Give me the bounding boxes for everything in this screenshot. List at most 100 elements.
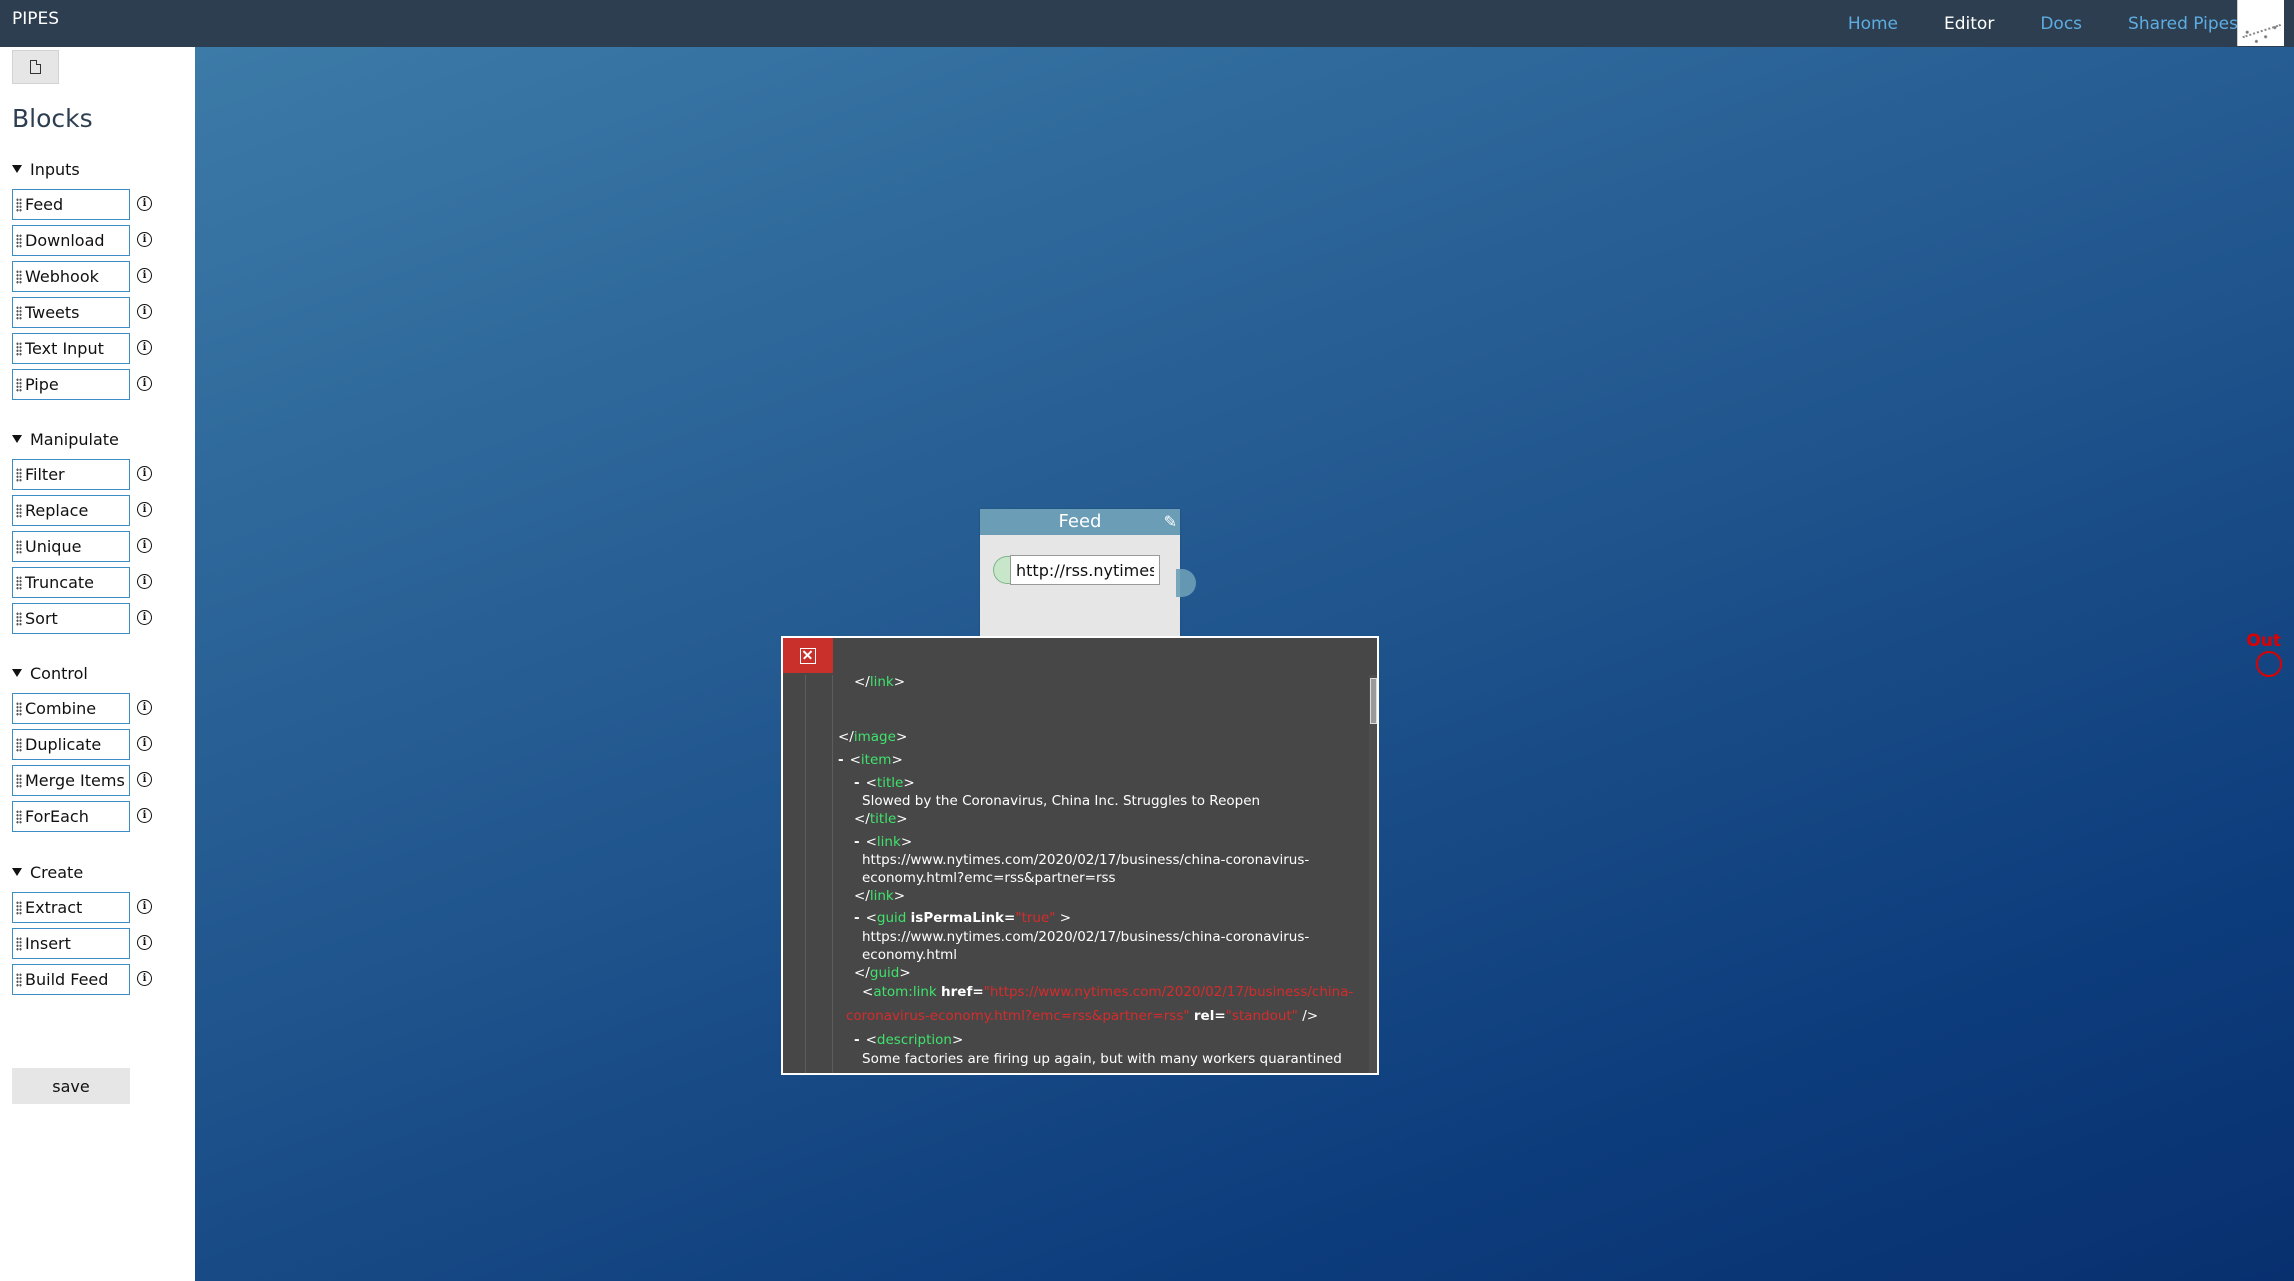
- block-webhook[interactable]: Webhook: [12, 261, 130, 292]
- drag-grip-icon: [16, 936, 22, 951]
- new-pipe-button[interactable]: [12, 50, 59, 84]
- group-inputs: Inputs Feed i Download i Webhook i Tweets i …: [12, 157, 152, 405]
- info-icon[interactable]: i: [137, 304, 152, 319]
- pencil-icon[interactable]: ✎: [1164, 509, 1177, 535]
- feed-output-port[interactable]: [1176, 569, 1196, 597]
- block-filter[interactable]: Filter: [12, 459, 130, 490]
- xml-line: </image>: [838, 729, 908, 745]
- nav-docs[interactable]: Docs: [2040, 14, 2082, 34]
- info-icon[interactable]: i: [137, 538, 152, 553]
- drag-grip-icon: [16, 269, 22, 284]
- info-icon[interactable]: i: [137, 574, 152, 589]
- info-icon[interactable]: i: [137, 772, 152, 787]
- info-icon[interactable]: i: [137, 196, 152, 211]
- xml-preview-panel: </link> </image> - <item> - <title> Slowed…: [781, 636, 1379, 1075]
- block-duplicate[interactable]: Duplicate: [12, 729, 130, 760]
- drag-grip-icon: [16, 539, 22, 554]
- pipe-output-port[interactable]: [2256, 651, 2282, 677]
- group-header-control[interactable]: Control: [12, 661, 88, 685]
- info-icon[interactable]: i: [137, 340, 152, 355]
- block-label: Truncate: [25, 573, 94, 592]
- document-icon: [30, 60, 41, 74]
- block-label: Extract: [25, 898, 83, 917]
- block-label: Tweets: [25, 303, 80, 322]
- feed-url-input[interactable]: [1010, 555, 1160, 585]
- app-brand[interactable]: PIPES: [12, 9, 59, 29]
- drag-grip-icon: [16, 900, 22, 915]
- caret-down-icon: [12, 868, 22, 876]
- collapse-toggle[interactable]: -: [854, 910, 860, 926]
- block-foreach[interactable]: ForEach: [12, 801, 130, 832]
- drag-grip-icon: [16, 701, 22, 716]
- collapse-toggle[interactable]: -: [854, 775, 860, 791]
- group-label: Create: [30, 862, 84, 882]
- group-label: Manipulate: [30, 429, 119, 449]
- preview-scrollbar-thumb[interactable]: [1370, 678, 1377, 724]
- pipe-canvas[interactable]: Feed ✎ Out </link> </image> -<item>: [195, 47, 2294, 1281]
- top-navbar: PIPES Home Editor Docs Shared Pipes: [0, 0, 2294, 47]
- feed-node[interactable]: Feed ✎: [980, 509, 1196, 637]
- xml-text: economy.html?emc=rss&partner=rss: [862, 870, 1116, 886]
- group-manipulate: Manipulate Filter i Replace i Unique i Trun…: [12, 427, 152, 639]
- collapse-toggle[interactable]: -: [854, 834, 860, 850]
- drag-grip-icon: [16, 467, 22, 482]
- block-label: Replace: [25, 501, 89, 520]
- caret-down-icon: [12, 435, 22, 443]
- block-merge-items[interactable]: Merge Items: [12, 765, 130, 796]
- nav-editor[interactable]: Editor: [1944, 14, 1994, 34]
- group-create: Create Extract i Insert i Build Feed i: [12, 860, 152, 1000]
- xml-text: Slowed by the Coronavirus, China Inc. St…: [862, 793, 1261, 809]
- group-label: Control: [30, 663, 88, 683]
- info-icon[interactable]: i: [137, 700, 152, 715]
- save-button[interactable]: save: [12, 1068, 130, 1104]
- block-extract[interactable]: Extract: [12, 892, 130, 923]
- info-icon[interactable]: i: [137, 736, 152, 751]
- info-icon[interactable]: i: [137, 502, 152, 517]
- group-header-inputs[interactable]: Inputs: [12, 157, 80, 181]
- group-header-manipulate[interactable]: Manipulate: [12, 427, 119, 451]
- xml-content: </link> </image> - <item> - <title> Slowed…: [783, 638, 1363, 1073]
- preview-scrollbar[interactable]: [1369, 675, 1377, 1073]
- block-sort[interactable]: Sort: [12, 603, 130, 634]
- block-label: Build Feed: [25, 970, 109, 989]
- feed-node-header[interactable]: Feed ✎: [980, 509, 1180, 535]
- info-icon[interactable]: i: [137, 935, 152, 950]
- block-feed[interactable]: Feed: [12, 189, 130, 220]
- drag-grip-icon: [16, 809, 22, 824]
- caret-down-icon: [12, 165, 22, 173]
- user-avatar[interactable]: [2237, 0, 2284, 46]
- xml-line: </link>: [854, 674, 906, 690]
- block-combine[interactable]: Combine: [12, 693, 130, 724]
- info-icon[interactable]: i: [137, 232, 152, 247]
- nav-home[interactable]: Home: [1848, 14, 1898, 34]
- block-label: Combine: [25, 699, 97, 718]
- collapse-toggle[interactable]: -: [838, 752, 844, 768]
- nav-shared-pipes[interactable]: Shared Pipes: [2128, 14, 2238, 34]
- info-icon[interactable]: i: [137, 466, 152, 481]
- collapse-toggle[interactable]: -: [854, 1032, 860, 1048]
- block-replace[interactable]: Replace: [12, 495, 130, 526]
- block-build-feed[interactable]: Build Feed: [12, 964, 130, 995]
- xml-line: <atom:link href="https://www.nytimes.com…: [862, 984, 1354, 1000]
- xml-text: https://www.nytimes.com/2020/02/17/busin…: [862, 852, 1310, 868]
- block-pipe[interactable]: Pipe: [12, 369, 130, 400]
- block-download[interactable]: Download: [12, 225, 130, 256]
- info-icon[interactable]: i: [137, 610, 152, 625]
- block-truncate[interactable]: Truncate: [12, 567, 130, 598]
- drag-grip-icon: [16, 773, 22, 788]
- close-preview-button[interactable]: [783, 638, 833, 673]
- block-unique[interactable]: Unique: [12, 531, 130, 562]
- block-text-input[interactable]: Text Input: [12, 333, 130, 364]
- info-icon[interactable]: i: [137, 971, 152, 986]
- feed-node-title: Feed: [1058, 511, 1102, 532]
- info-icon[interactable]: i: [137, 899, 152, 914]
- block-label: Sort: [25, 609, 58, 628]
- info-icon[interactable]: i: [137, 808, 152, 823]
- block-label: Feed: [25, 195, 64, 214]
- group-header-create[interactable]: Create: [12, 860, 83, 884]
- block-insert[interactable]: Insert: [12, 928, 130, 959]
- info-icon[interactable]: i: [137, 376, 152, 391]
- block-tweets[interactable]: Tweets: [12, 297, 130, 328]
- info-icon[interactable]: i: [137, 268, 152, 283]
- drag-grip-icon: [16, 737, 22, 752]
